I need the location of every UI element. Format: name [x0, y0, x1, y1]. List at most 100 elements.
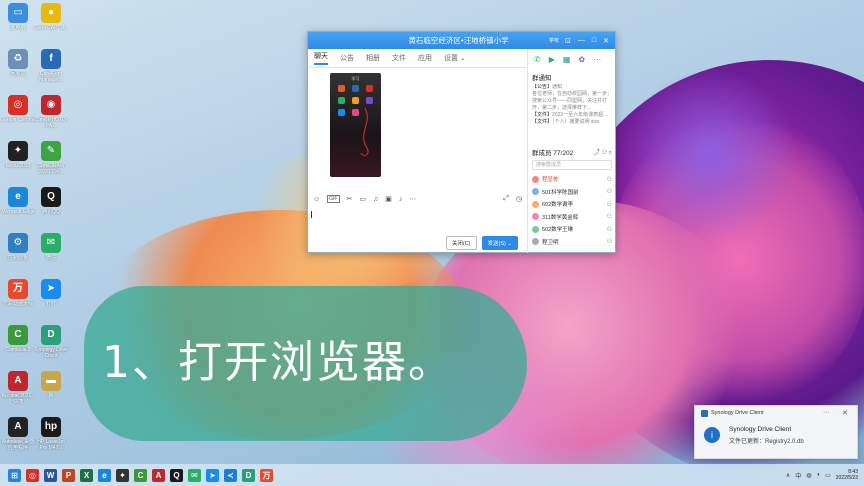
toast-more-icon[interactable]: ⋯ [823, 409, 829, 416]
member-row[interactable]: 501科学陈国前 ⚇ [532, 186, 612, 199]
add-friend-icon[interactable]: ⚇ [607, 188, 612, 195]
add-friend-icon[interactable]: ⚇ [607, 226, 612, 233]
chrome-icon[interactable]: ◎ [26, 468, 39, 482]
bell-icon[interactable]: ♪ [399, 196, 403, 203]
desktop-shortcut[interactable]: ✦ faceu 2022 [0, 141, 36, 175]
desktop-shortcut[interactable]: ➤ 钉钉 [33, 279, 69, 313]
language-indicator[interactable]: 中 [795, 471, 801, 480]
message-input[interactable] [308, 208, 526, 230]
desktop-shortcut[interactable]: e Microsoft Edge [0, 187, 36, 221]
desktop-shortcut[interactable]: ◎ Google Chrome [0, 95, 36, 129]
qq-group-chat-window[interactable]: 黄石临空经济区•汪地桥镇小学 学校 ⊡ — □ ✕ 聊天 公告 相册 文件 应用 设置 ⌄… [307, 31, 616, 253]
desktop-shortcut[interactable]: ⚙ 控制面板 [0, 233, 36, 267]
desktop-shortcut[interactable]: hp HP LaserJet Pro M47... [33, 417, 69, 451]
notification-toast[interactable]: Synology Drive Client ⋯ ✕ i Synology Dri… [694, 405, 858, 459]
minimize-icon[interactable]: — [578, 37, 585, 45]
network-icon[interactable]: ◍ [806, 472, 811, 479]
desktop-shortcut[interactable]: ♻ 回收站 [0, 49, 36, 83]
more-options-icon[interactable]: ⋯ [593, 55, 601, 64]
qq-icon[interactable]: Q [170, 468, 183, 482]
member-row[interactable]: 程显栋 ⚇ [532, 173, 612, 186]
tab-0[interactable]: 聊天 [314, 51, 328, 65]
wancai-icon[interactable]: 万 [260, 468, 273, 482]
member-tool-icons[interactable]: ⤴ ⚇ ⌕ [594, 147, 612, 157]
desktop-shortcut[interactable]: ◉ Corel PHOTO-PA... [33, 95, 69, 129]
volume-icon[interactable]: ◖ [816, 472, 820, 478]
desktop-shortcut[interactable]: C Camtasia 9 [0, 325, 36, 359]
notice-list[interactable]: 【公告】通知 各位老师，在自动校园网，第一步，搜索公众号——同型网，关注并打开，第… [532, 84, 612, 144]
add-friend-icon[interactable]: ⚇ [607, 176, 612, 183]
battery-icon[interactable]: ▭ [825, 472, 831, 479]
folder-icon[interactable]: ▭ [359, 195, 366, 203]
notice-item[interactable]: 【文件】2022一至六年级课表超... [532, 112, 612, 119]
desktop-shortcut[interactable]: 万万彩动画大师 [0, 279, 36, 313]
history-icon[interactable]: ◷ [516, 195, 526, 203]
desktop-shortcut[interactable]: ● Corel CAPTU... [33, 3, 69, 37]
add-friend-icon[interactable]: ⚇ [607, 201, 612, 208]
excel-icon[interactable]: X [80, 468, 93, 482]
tray-expand-icon[interactable]: ∧ [786, 472, 790, 479]
tab-5[interactable]: 设置 ⌄ [444, 53, 466, 63]
video-call-icon[interactable]: ▶ [549, 55, 555, 64]
member-row[interactable]: 程卫明 ⚇ [532, 236, 612, 249]
shortcut-label: faceu 2022 [5, 163, 31, 169]
app-menu-icon[interactable]: ✿ [578, 55, 585, 64]
maximize-icon[interactable]: □ [592, 37, 596, 45]
dingtalk-icon[interactable]: ➤ [206, 468, 219, 482]
member-row[interactable]: 311数学黄金辉 ⚇ [532, 211, 612, 224]
phone-call-icon[interactable]: ✆ [534, 55, 541, 64]
avatar [532, 188, 539, 196]
tab-3[interactable]: 文件 [392, 53, 406, 63]
start-icon[interactable]: ⊞ [8, 468, 21, 482]
shared-phone-screenshot[interactable]: 学习 [330, 73, 381, 177]
toast-close-icon[interactable]: ✕ [842, 409, 848, 417]
desktop-shortcut[interactable]: A Autodesk 桌面应用程序 [0, 417, 36, 451]
tab-4[interactable]: 应用 [418, 53, 432, 63]
edge-icon[interactable]: e [98, 468, 111, 482]
notice-item[interactable]: 【文件】（个人）摘要说明.xlsx [532, 119, 612, 126]
desktop-shortcut[interactable]: ✎ CorelDRAW 2020 (64... [33, 141, 69, 175]
send-options-icon[interactable]: ⌄ [507, 241, 512, 247]
notice-text: （个人）摘要说明.xlsx [552, 119, 600, 125]
clock[interactable]: 8:43 2022/5/23 [836, 469, 858, 481]
synology-icon[interactable]: D [242, 468, 255, 482]
send-button[interactable]: 发送(S) ⌄ [481, 236, 518, 250]
tab-1[interactable]: 公告 [340, 53, 354, 63]
member-row[interactable]: 502数学王琳 ⚇ [532, 223, 612, 236]
scissors-icon[interactable]: ✂ [347, 195, 353, 203]
expand-icon[interactable]: ⤢ [503, 195, 509, 203]
gif-icon[interactable]: GIF [327, 195, 340, 203]
close-icon[interactable]: ✕ [603, 37, 609, 45]
camtasia-icon[interactable]: C [134, 468, 147, 482]
chat-title-bar[interactable]: 黄石临空经济区•汪地桥镇小学 学校 ⊡ — □ ✕ [308, 32, 615, 49]
notice-item[interactable]: 【公告】通知 [532, 84, 612, 91]
member-search-input[interactable]: 搜索群成员 [532, 160, 612, 170]
emoji-icon[interactable]: ☺ [313, 196, 320, 203]
vscode-icon[interactable]: ≺ [224, 468, 237, 482]
member-row[interactable]: 602数学谢李 ⚇ [532, 198, 612, 211]
desktop-shortcut[interactable]: ▬ 新 [33, 371, 69, 405]
add-friend-icon[interactable]: ⚇ [607, 213, 612, 220]
screen-share-icon[interactable]: ▦ [563, 55, 571, 64]
add-friend-icon[interactable]: ⚇ [607, 238, 612, 245]
wechat-icon[interactable]: ✉ [188, 468, 201, 482]
acrobat-icon[interactable]: A [152, 468, 165, 482]
desktop-shortcut[interactable]: f CorelFont Manager... [33, 49, 69, 83]
notice-item[interactable]: 各位老师，在自动校园网，第一步，搜索公众号——同型网，关注并打开，第二步，选择推… [532, 91, 612, 112]
desktop-shortcut[interactable]: D Synology Drive Client [33, 325, 69, 359]
desktop-shortcut[interactable]: ✉ 微信 [33, 233, 69, 267]
faceu-icon[interactable]: ✦ [116, 468, 129, 482]
desktop-shortcut[interactable]: Q 腾讯QQ [33, 187, 69, 221]
avatar [532, 238, 539, 246]
desktop-shortcut[interactable]: A Acrobat 2021 - 快捷 [0, 371, 36, 405]
music-icon[interactable]: ♫ [373, 196, 378, 203]
shortcut-icon: C [8, 325, 28, 345]
tab-2[interactable]: 相册 [366, 53, 380, 63]
desktop-shortcut[interactable]: ▭ 此电脑 [0, 3, 36, 37]
pin-icon[interactable]: ⊡ [565, 37, 571, 45]
word-icon[interactable]: W [44, 468, 57, 482]
powerpoint-icon[interactable]: P [62, 468, 75, 482]
image-icon[interactable]: ▣ [385, 195, 392, 203]
close-chat-button[interactable]: 关闭(C) [445, 236, 477, 250]
more-icon[interactable]: ⋯ [409, 195, 416, 203]
